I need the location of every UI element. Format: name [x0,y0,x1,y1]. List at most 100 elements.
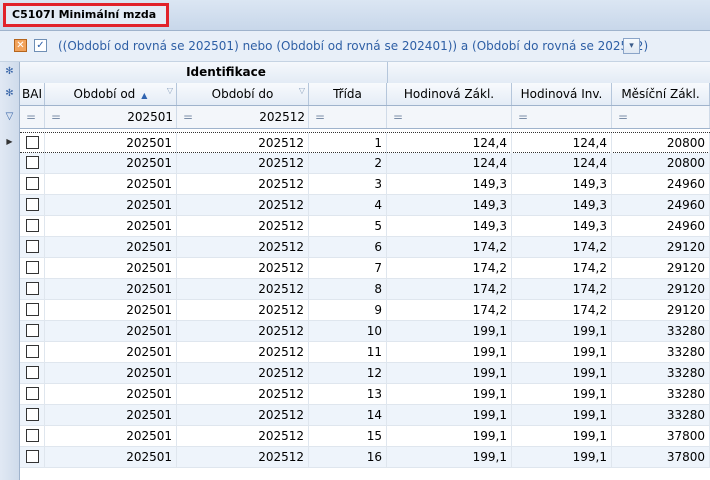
cell-obdobi-od[interactable]: 202501 [45,153,177,173]
cell-obdobi-od[interactable]: 202501 [45,195,177,215]
bai-checkbox[interactable] [26,303,39,316]
filter-operator-equals[interactable]: = [26,106,36,128]
cell-trida[interactable]: 6 [309,237,387,257]
cell-hodinova-inv[interactable]: 199,1 [512,321,612,341]
filter-operator-equals[interactable]: = [618,106,628,128]
filter-row-funnel-icon[interactable]: ▽ [0,111,19,122]
column-header-trida[interactable]: Třída [309,83,387,105]
table-row[interactable]: 202501 202512 1 124,4 124,4 20800 [20,132,710,153]
cell-hodinova-inv[interactable]: 199,1 [512,363,612,383]
cell-obdobi-od[interactable]: 202501 [45,321,177,341]
filter-cell-hodinova-inv[interactable]: = [512,106,612,128]
cell-hodinova-zakl[interactable]: 149,3 [387,216,512,236]
column-filter-icon[interactable]: ▽ [299,86,305,96]
cell-trida[interactable]: 11 [309,342,387,362]
column-header-obdobi-do[interactable]: Období do ▽ [177,83,309,105]
cell-mesicni-zakl[interactable]: 33280 [612,363,710,383]
cell-trida[interactable]: 12 [309,363,387,383]
cell-hodinova-inv[interactable]: 124,4 [512,133,612,153]
cell-trida[interactable]: 15 [309,426,387,446]
filter-operator-equals[interactable]: = [518,106,528,128]
table-row[interactable]: 202501 202512 12 199,1 199,1 33280 [20,363,710,384]
cell-hodinova-inv[interactable]: 199,1 [512,447,612,467]
cell-obdobi-do[interactable]: 202512 [177,300,309,320]
table-row[interactable]: 202501 202512 10 199,1 199,1 33280 [20,321,710,342]
cell-obdobi-od[interactable]: 202501 [45,384,177,404]
cell-obdobi-od[interactable]: 202501 [45,405,177,425]
table-row[interactable]: 202501 202512 5 149,3 149,3 24960 [20,216,710,237]
filter-cell-obdobi-do[interactable]: = 202512 [177,106,309,128]
filter-operator-equals[interactable]: = [393,106,403,128]
table-row[interactable]: 202501 202512 15 199,1 199,1 37800 [20,426,710,447]
filter-cell-bai[interactable]: = [20,106,45,128]
filter-cell-mesicni-zakl[interactable]: = [612,106,710,128]
cell-obdobi-do[interactable]: 202512 [177,447,309,467]
cell-mesicni-zakl[interactable]: 37800 [612,447,710,467]
filter-cell-hodinova-zakl[interactable]: = [387,106,512,128]
cell-mesicni-zakl[interactable]: 33280 [612,342,710,362]
cell-hodinova-inv[interactable]: 149,3 [512,216,612,236]
filter-operator-equals[interactable]: = [51,106,61,128]
clear-filter-icon[interactable]: ✕ [14,39,27,52]
table-row[interactable]: 202501 202512 2 124,4 124,4 20800 [20,153,710,174]
cell-hodinova-zakl[interactable]: 199,1 [387,426,512,446]
cell-trida[interactable]: 3 [309,174,387,194]
cell-hodinova-zakl[interactable]: 199,1 [387,321,512,341]
cell-hodinova-inv[interactable]: 149,3 [512,174,612,194]
cell-hodinova-zakl[interactable]: 149,3 [387,195,512,215]
column-header-obdobi-od[interactable]: Období od ▲ ▽ [45,83,177,105]
table-row[interactable]: 202501 202512 14 199,1 199,1 33280 [20,405,710,426]
cell-obdobi-do[interactable]: 202512 [177,216,309,236]
cell-trida[interactable]: 5 [309,216,387,236]
cell-mesicni-zakl[interactable]: 24960 [612,195,710,215]
bai-checkbox[interactable] [26,324,39,337]
cell-obdobi-do[interactable]: 202512 [177,426,309,446]
cell-hodinova-inv[interactable]: 174,2 [512,237,612,257]
cell-obdobi-od[interactable]: 202501 [45,258,177,278]
table-row[interactable]: 202501 202512 8 174,2 174,2 29120 [20,279,710,300]
cell-hodinova-inv[interactable]: 124,4 [512,153,612,173]
bai-checkbox[interactable] [26,136,39,149]
bai-checkbox[interactable] [26,282,39,295]
column-filter-icon[interactable]: ▽ [167,86,173,96]
cell-trida[interactable]: 1 [309,133,387,153]
bai-checkbox[interactable] [26,261,39,274]
bai-checkbox[interactable] [26,219,39,232]
bai-checkbox[interactable] [26,450,39,463]
cell-obdobi-do[interactable]: 202512 [177,279,309,299]
table-row[interactable]: 202501 202512 13 199,1 199,1 33280 [20,384,710,405]
cell-hodinova-zakl[interactable]: 174,2 [387,279,512,299]
cell-trida[interactable]: 9 [309,300,387,320]
cell-hodinova-inv[interactable]: 174,2 [512,300,612,320]
cell-hodinova-zakl[interactable]: 174,2 [387,258,512,278]
cell-mesicni-zakl[interactable]: 24960 [612,216,710,236]
cell-obdobi-do[interactable]: 202512 [177,133,309,153]
table-row[interactable]: 202501 202512 4 149,3 149,3 24960 [20,195,710,216]
filter-enabled-checkbox[interactable]: ✓ [34,39,47,52]
cell-mesicni-zakl[interactable]: 33280 [612,405,710,425]
bai-checkbox[interactable] [26,429,39,442]
filter-value-obdobi-do[interactable]: 202512 [259,106,305,128]
cell-mesicni-zakl[interactable]: 29120 [612,258,710,278]
cell-hodinova-zakl[interactable]: 199,1 [387,384,512,404]
table-row[interactable]: 202501 202512 9 174,2 174,2 29120 [20,300,710,321]
cell-hodinova-zakl[interactable]: 174,2 [387,237,512,257]
table-row[interactable]: 202501 202512 6 174,2 174,2 29120 [20,237,710,258]
cell-obdobi-do[interactable]: 202512 [177,342,309,362]
filter-dropdown-button[interactable]: ▾ [623,38,640,54]
cell-obdobi-od[interactable]: 202501 [45,342,177,362]
cell-hodinova-inv[interactable]: 199,1 [512,384,612,404]
bai-checkbox[interactable] [26,177,39,190]
cell-obdobi-do[interactable]: 202512 [177,405,309,425]
cell-obdobi-do[interactable]: 202512 [177,174,309,194]
cell-hodinova-inv[interactable]: 199,1 [512,426,612,446]
cell-trida[interactable]: 2 [309,153,387,173]
filter-operator-equals[interactable]: = [183,106,193,128]
cell-obdobi-do[interactable]: 202512 [177,153,309,173]
cell-trida[interactable]: 13 [309,384,387,404]
cell-mesicni-zakl[interactable]: 33280 [612,384,710,404]
cell-mesicni-zakl[interactable]: 29120 [612,300,710,320]
table-row[interactable]: 202501 202512 16 199,1 199,1 37800 [20,447,710,468]
table-row[interactable]: 202501 202512 3 149,3 149,3 24960 [20,174,710,195]
filter-operator-equals[interactable]: = [315,106,325,128]
